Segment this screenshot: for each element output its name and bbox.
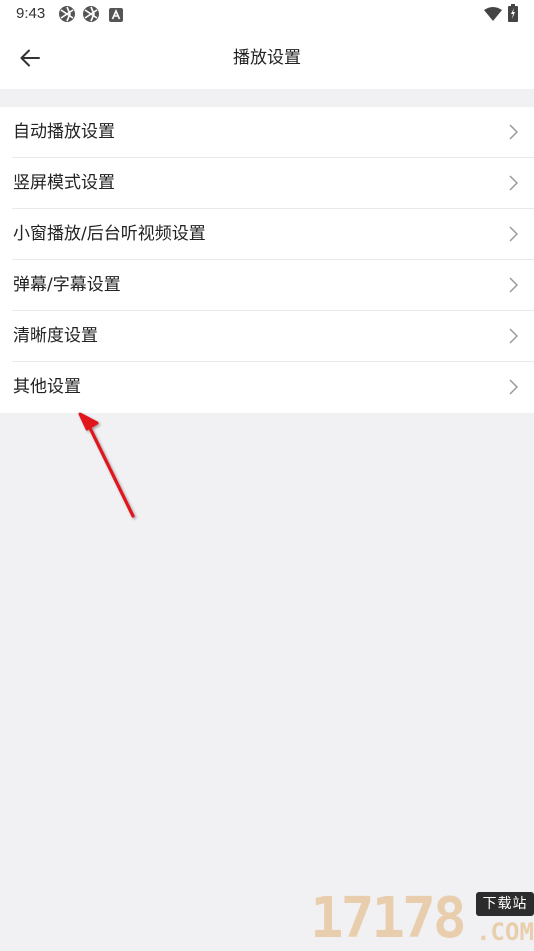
menu-item-label: 清晰度设置 [13, 326, 98, 346]
aperture-icon [58, 5, 76, 27]
watermark-number: 17178 [310, 886, 467, 951]
chevron-right-icon [509, 328, 518, 344]
toolbar: 播放设置 [0, 28, 534, 89]
a-badge-icon [109, 7, 123, 26]
arrow-left-icon [20, 49, 40, 67]
chevron-right-icon [509, 175, 518, 191]
menu-item-label: 自动播放设置 [13, 122, 115, 142]
chevron-right-icon [509, 379, 518, 395]
menu-item-danmaku-subtitle-settings[interactable]: 弹幕/字幕设置 [0, 260, 534, 311]
menu-item-label: 弹幕/字幕设置 [13, 275, 121, 295]
watermark-domain: .COM [476, 918, 534, 946]
menu-item-mini-window-background-settings[interactable]: 小窗播放/后台听视频设置 [0, 209, 534, 260]
aperture-icon [82, 5, 100, 27]
menu-item-autoplay-settings[interactable]: 自动播放设置 [0, 107, 534, 158]
status-bar: 9:43 [0, 0, 534, 28]
menu-item-other-settings[interactable]: 其他设置 [0, 362, 534, 413]
settings-menu: 自动播放设置 竖屏模式设置 小窗播放/后台听视频设置 弹幕/字幕设置 清晰度设置… [0, 107, 534, 413]
chevron-right-icon [509, 124, 518, 140]
menu-item-quality-settings[interactable]: 清晰度设置 [0, 311, 534, 362]
watermark-logo: 17178 下载站 .COM [310, 887, 534, 950]
menu-item-label: 小窗播放/后台听视频设置 [13, 224, 206, 244]
page-title: 播放设置 [233, 48, 301, 68]
menu-item-label: 其他设置 [13, 377, 81, 397]
menu-item-portrait-mode-settings[interactable]: 竖屏模式设置 [0, 158, 534, 209]
status-time: 9:43 [16, 5, 46, 22]
menu-item-label: 竖屏模式设置 [13, 173, 115, 193]
chevron-right-icon [509, 277, 518, 293]
watermark-badge: 下载站 [476, 892, 534, 916]
battery-icon [508, 4, 518, 26]
back-button[interactable] [14, 43, 46, 73]
wifi-icon [484, 6, 502, 25]
chevron-right-icon [509, 226, 518, 242]
